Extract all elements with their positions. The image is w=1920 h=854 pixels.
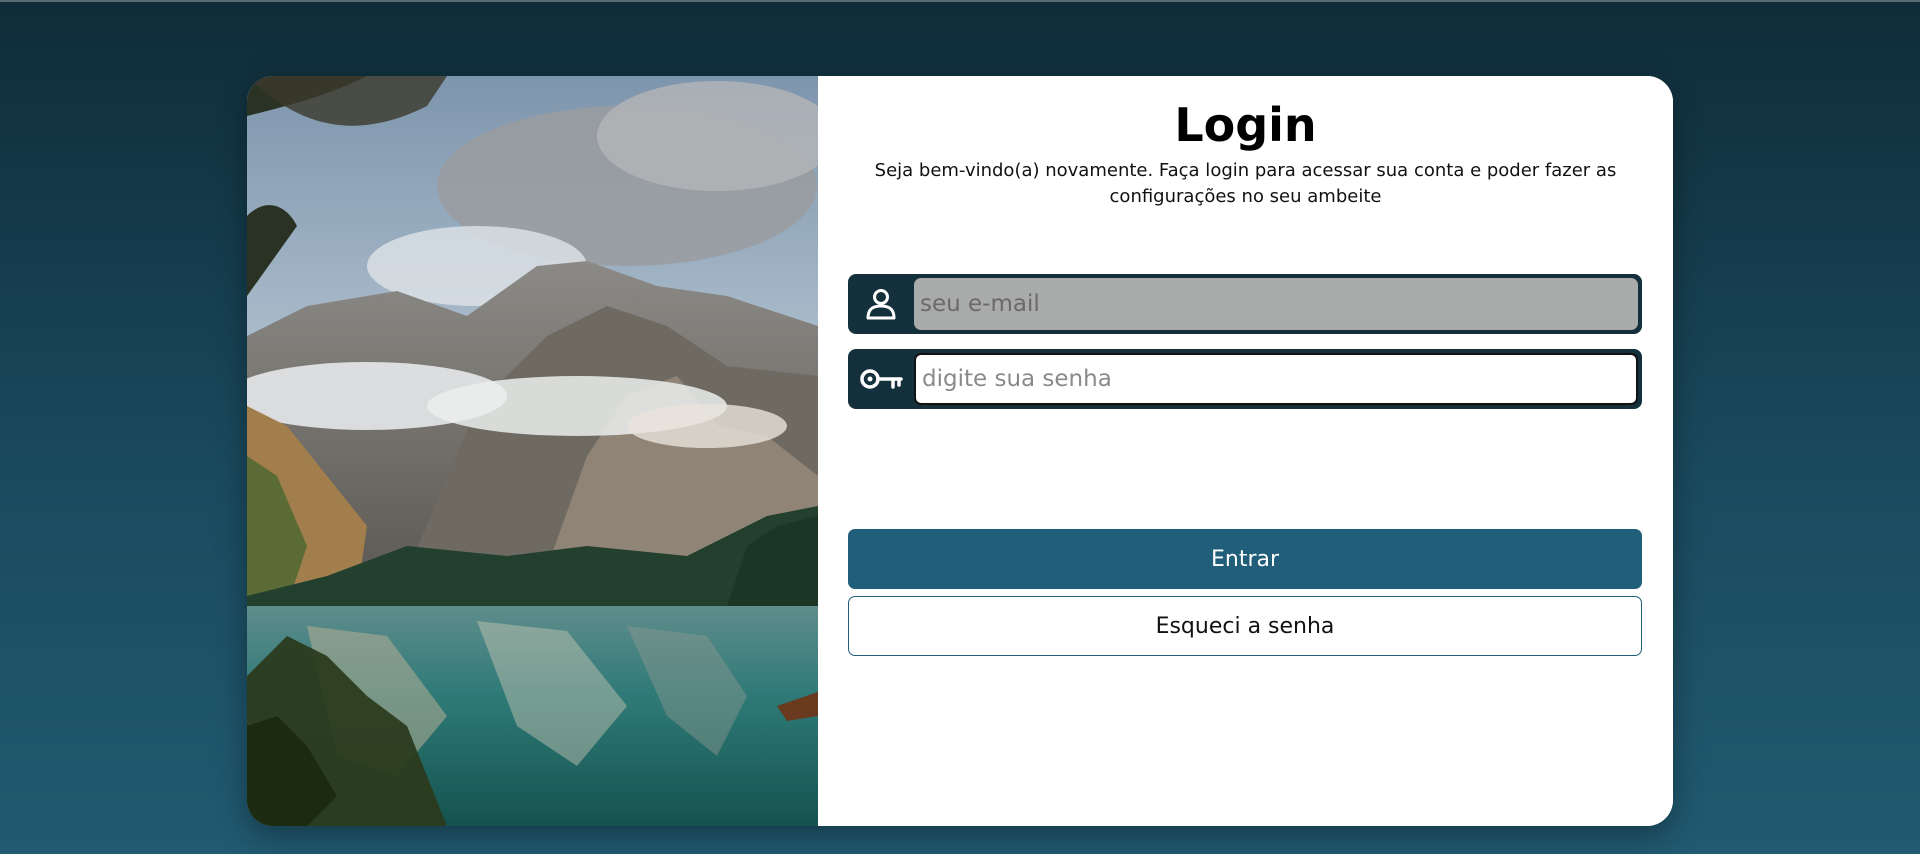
login-card: Login Seja bem-vindo(a) novamente. Faça … <box>247 76 1673 826</box>
window-top-border <box>0 0 1920 2</box>
welcome-message: Seja bem-vindo(a) novamente. Faça login … <box>874 160 1617 207</box>
email-field-group <box>848 274 1642 334</box>
key-icon <box>848 349 914 409</box>
user-icon <box>848 274 914 334</box>
email-input[interactable] <box>914 278 1638 330</box>
login-button[interactable]: Entrar <box>848 529 1642 589</box>
page-title: Login <box>1174 98 1317 152</box>
login-form: Login Seja bem-vindo(a) novamente. Faça … <box>818 76 1673 826</box>
password-input[interactable] <box>914 353 1638 405</box>
password-field-group <box>848 349 1642 409</box>
forgot-password-button[interactable]: Esqueci a senha <box>848 596 1642 656</box>
landscape-photo <box>247 76 818 826</box>
